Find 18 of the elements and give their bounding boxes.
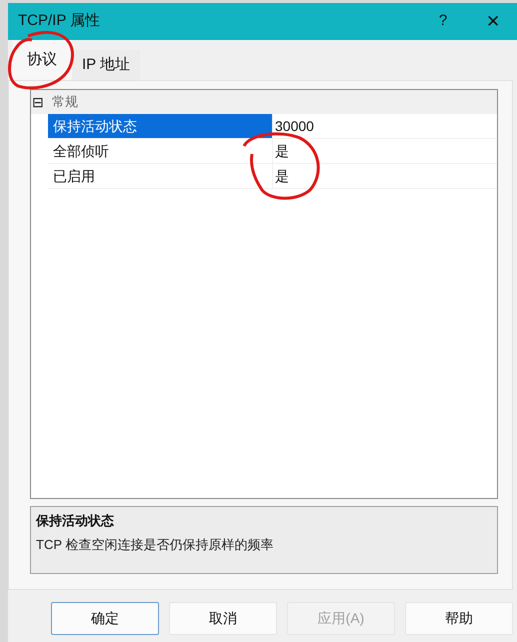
property-name[interactable]: 已启用 xyxy=(48,164,272,188)
property-value[interactable]: 是 xyxy=(272,164,497,188)
dialog-button[interactable]: 取消 xyxy=(169,602,277,635)
dialog-button[interactable]: 确定 xyxy=(51,602,159,635)
property-name[interactable]: 全部侦听 xyxy=(48,139,272,163)
description-text: TCP 检查空闲连接是否仍保持原样的频率 xyxy=(36,536,274,554)
description-title: 保持活动状态 xyxy=(36,512,115,530)
property-value[interactable]: 30000 xyxy=(272,114,497,138)
collapse-icon[interactable]: ⊟ xyxy=(31,95,48,109)
property-name[interactable]: 保持活动状态 xyxy=(48,114,272,138)
dialog-button[interactable]: 帮助 xyxy=(405,602,513,635)
close-button[interactable]: ✕ xyxy=(478,8,508,34)
window-title: TCP/IP 属性 xyxy=(18,11,100,32)
tab[interactable]: 协议 xyxy=(12,40,72,80)
help-button[interactable]: ? xyxy=(428,10,458,33)
tab[interactable]: IP 地址 xyxy=(72,50,140,80)
group-label: 常规 xyxy=(51,93,78,112)
property-value[interactable]: 是 xyxy=(272,139,497,163)
